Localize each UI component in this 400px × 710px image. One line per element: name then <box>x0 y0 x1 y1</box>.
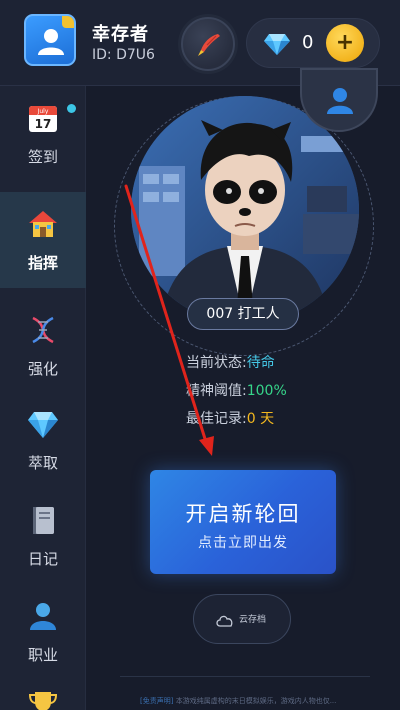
annotation-arrow <box>124 184 214 456</box>
